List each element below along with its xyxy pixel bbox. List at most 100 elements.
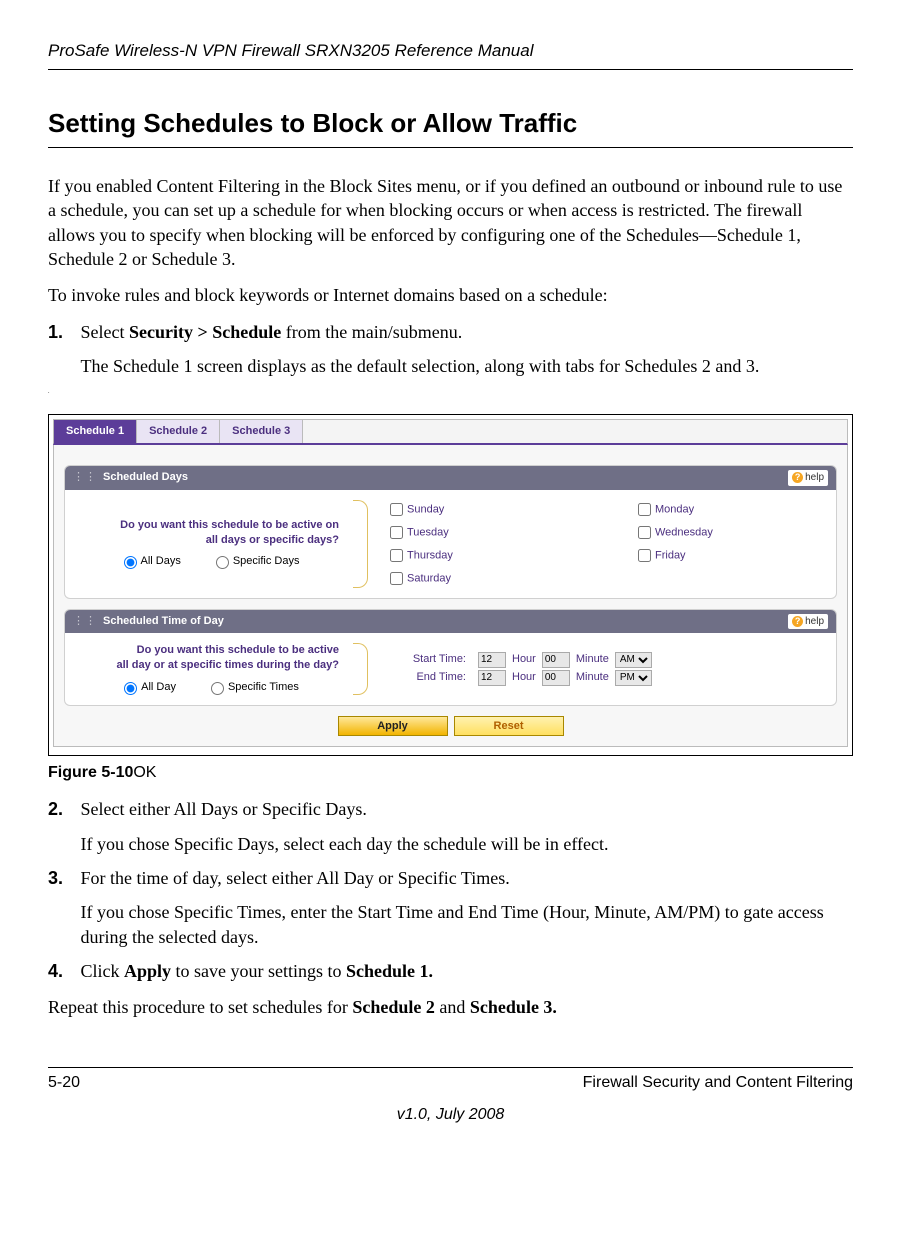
- time-options: Start Time: Hour Minute AM End Time: Hou…: [386, 650, 822, 688]
- closing-sched2: Schedule 2: [352, 997, 435, 1017]
- step1-sub: The Schedule 1 screen displays as the de…: [81, 354, 841, 378]
- step4-apply: Apply: [124, 961, 171, 981]
- step1-text-suffix: from the main/submenu.: [281, 322, 462, 342]
- tab-schedule-2[interactable]: Schedule 2: [137, 420, 220, 443]
- step-number-3: 3.: [48, 866, 76, 890]
- step-list: 1. Select Security > Schedule from the m…: [48, 320, 853, 379]
- help-link-days[interactable]: ?help: [788, 470, 828, 486]
- lbl-wednesday: Wednesday: [655, 526, 713, 538]
- intro-para-1: If you enabled Content Filtering in the …: [48, 174, 853, 271]
- tab-schedule-3[interactable]: Schedule 3: [220, 420, 303, 443]
- tiny-dot: .: [48, 388, 853, 396]
- help-link-time[interactable]: ?help: [788, 614, 828, 630]
- chk-tuesday[interactable]: Tuesday: [386, 523, 574, 542]
- scheduled-time-group: ⋮⋮ Scheduled Time of Day ?help Do you wan…: [64, 609, 837, 706]
- chk-wednesday[interactable]: Wednesday: [634, 523, 822, 542]
- scheduled-days-body: Do you want this schedule to be active o…: [65, 490, 836, 598]
- section-heading: Setting Schedules to Block or Allow Traf…: [48, 106, 853, 148]
- lbl-sunday: Sunday: [407, 503, 444, 515]
- hour-word: Hour: [512, 652, 536, 667]
- closing-prefix: Repeat this procedure to set schedules f…: [48, 997, 352, 1017]
- time-q-line1: Do you want this schedule to be active: [79, 643, 339, 658]
- step-list-cont: 2. Select either All Days or Specific Da…: [48, 797, 853, 983]
- header-dots-icon: ⋮⋮: [73, 471, 97, 483]
- chk-thursday[interactable]: Thursday: [386, 546, 574, 565]
- lbl-thursday: Thursday: [407, 549, 453, 561]
- step2-text: Select either All Days or Specific Days.: [81, 799, 367, 819]
- tab-schedule-1[interactable]: Schedule 1: [54, 420, 137, 443]
- step3-sub: If you chose Specific Times, enter the S…: [81, 900, 841, 949]
- radio-specific-times-label: Specific Times: [228, 681, 299, 693]
- step4-mid: to save your settings to: [171, 961, 346, 981]
- chk-friday[interactable]: Friday: [634, 546, 822, 565]
- closing-para: Repeat this procedure to set schedules f…: [48, 995, 853, 1019]
- minute-word: Minute: [576, 652, 609, 667]
- footer-section: Firewall Security and Content Filtering: [583, 1072, 853, 1094]
- lbl-friday: Friday: [655, 549, 686, 561]
- step4-prefix: Click: [81, 961, 125, 981]
- footer-version: v1.0, July 2008: [48, 1104, 853, 1126]
- step-number-1: 1.: [48, 320, 76, 344]
- figure-screenshot: Schedule 1 Schedule 2 Schedule 3 ⋮⋮ Sched…: [48, 414, 853, 756]
- lbl-monday: Monday: [655, 503, 694, 515]
- radio-all-day[interactable]: All Day: [119, 679, 176, 695]
- step-number-2: 2.: [48, 797, 76, 821]
- start-time-label: Start Time:: [386, 652, 466, 667]
- radio-specific-times[interactable]: Specific Times: [206, 679, 299, 695]
- start-minute-input[interactable]: [542, 652, 570, 668]
- figure-suffix: OK: [133, 764, 156, 781]
- scheduled-time-header: ⋮⋮ Scheduled Time of Day ?help: [65, 610, 836, 634]
- bracket-icon: [353, 643, 368, 695]
- days-question: Do you want this schedule to be active o…: [79, 518, 353, 570]
- end-hour-input[interactable]: [478, 670, 506, 686]
- radio-specific-days-label: Specific Days: [233, 555, 300, 567]
- help-label: help: [805, 615, 824, 629]
- closing-sched3: Schedule 3.: [470, 997, 557, 1017]
- help-icon: ?: [792, 616, 803, 627]
- button-row: Apply Reset: [64, 716, 837, 736]
- reset-button[interactable]: Reset: [454, 716, 564, 736]
- step2-sub: If you chose Specific Days, select each …: [81, 832, 841, 856]
- scheduled-time-body: Do you want this schedule to be active a…: [65, 633, 836, 705]
- minute-word: Minute: [576, 670, 609, 685]
- step4-target: Schedule 1.: [346, 961, 433, 981]
- lbl-saturday: Saturday: [407, 572, 451, 584]
- intro-para-2: To invoke rules and block keywords or In…: [48, 283, 853, 307]
- chk-monday[interactable]: Monday: [634, 500, 822, 519]
- start-hour-input[interactable]: [478, 652, 506, 668]
- step-number-4: 4.: [48, 959, 76, 983]
- help-label: help: [805, 471, 824, 485]
- scheduled-time-title: Scheduled Time of Day: [103, 615, 224, 627]
- day-options: Sunday Monday Tuesday Wednesday Thursday…: [386, 500, 822, 588]
- step1-menu-path: Security > Schedule: [129, 322, 281, 342]
- radio-all-days-label: All Days: [141, 555, 181, 567]
- end-time-label: End Time:: [386, 670, 466, 685]
- time-q-line2: all day or at specific times during the …: [79, 658, 339, 673]
- scheduled-days-header: ⋮⋮ Scheduled Days ?help: [65, 466, 836, 490]
- schedule-tabs: Schedule 1 Schedule 2 Schedule 3: [53, 419, 848, 445]
- page-number: 5-20: [48, 1072, 80, 1094]
- closing-mid: and: [435, 997, 470, 1017]
- step1-text-prefix: Select: [81, 322, 129, 342]
- end-minute-input[interactable]: [542, 670, 570, 686]
- doc-header: ProSafe Wireless-N VPN Firewall SRXN3205…: [48, 40, 853, 70]
- radio-specific-days[interactable]: Specific Days: [211, 553, 300, 569]
- start-ampm-select[interactable]: AM: [615, 652, 652, 668]
- figure-caption: Figure 5-10OK: [48, 762, 853, 784]
- figure-number: Figure 5-10: [48, 764, 133, 781]
- help-icon: ?: [792, 472, 803, 483]
- days-q-line1: Do you want this schedule to be active o…: [79, 518, 339, 533]
- hour-word: Hour: [512, 670, 536, 685]
- scheduled-days-title: Scheduled Days: [103, 471, 188, 483]
- bracket-icon: [353, 500, 368, 588]
- chk-sunday[interactable]: Sunday: [386, 500, 574, 519]
- header-dots-icon: ⋮⋮: [73, 615, 97, 627]
- step3-text: For the time of day, select either All D…: [81, 868, 510, 888]
- radio-all-day-label: All Day: [141, 681, 176, 693]
- apply-button[interactable]: Apply: [338, 716, 448, 736]
- page-footer: 5-20 Firewall Security and Content Filte…: [48, 1067, 853, 1094]
- end-ampm-select[interactable]: PM: [615, 670, 652, 686]
- chk-saturday[interactable]: Saturday: [386, 569, 574, 588]
- days-q-line2: all days or specific days?: [79, 533, 339, 548]
- radio-all-days[interactable]: All Days: [119, 553, 181, 569]
